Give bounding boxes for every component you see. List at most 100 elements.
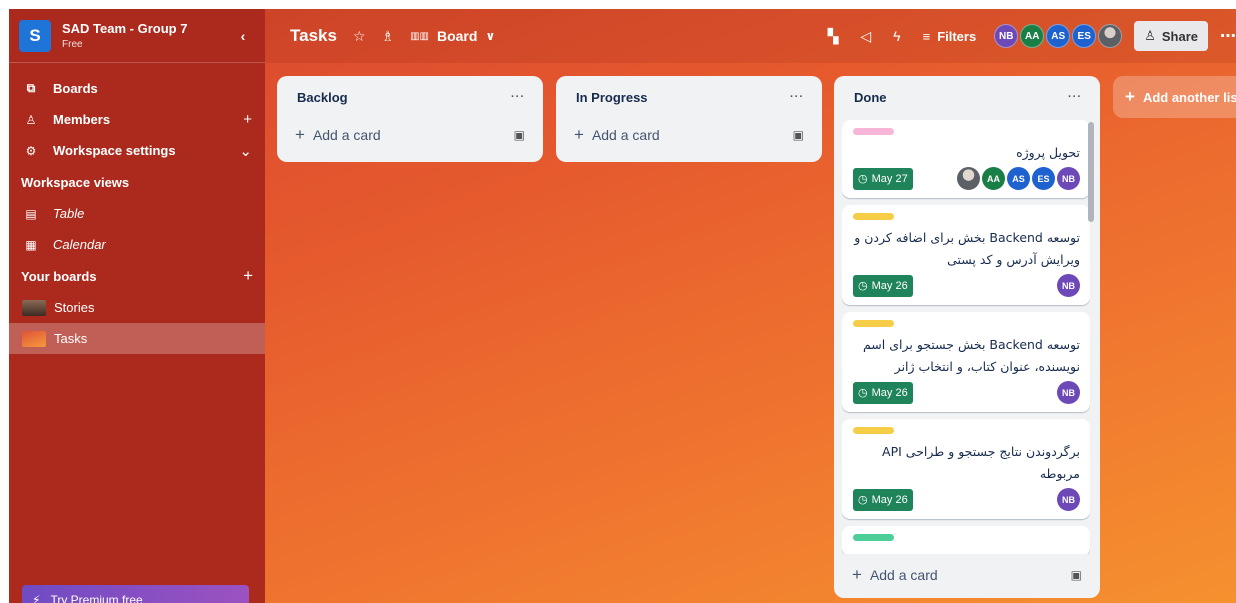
list-title[interactable]: In Progress	[576, 90, 648, 105]
card[interactable]	[842, 526, 1090, 554]
add-card-label: Add a card	[312, 127, 381, 143]
add-list-button[interactable]: + Add another list	[1113, 76, 1236, 118]
scrollbar-thumb[interactable]	[1088, 122, 1094, 222]
avatar[interactable]: AA	[1020, 24, 1045, 48]
add-card-button[interactable]: + Add a card ▣	[277, 118, 543, 152]
card-label[interactable]	[853, 128, 894, 135]
avatar[interactable]: ES	[1032, 167, 1055, 190]
card-members: NB	[1055, 381, 1080, 404]
clock-icon: ◷	[858, 387, 868, 399]
more-icon[interactable]: ⋯	[1220, 26, 1236, 46]
card-badges: ◷ May 26 NB	[853, 381, 1080, 404]
plus-icon: +	[574, 125, 584, 144]
lightning-icon[interactable]: ϟ	[893, 28, 900, 44]
list-done: Done ··· تحویل پروژه ◷ May 27 AA AS ES NB	[834, 76, 1100, 598]
table-icon: ▤	[25, 206, 37, 221]
avatar[interactable]: NB	[1057, 488, 1080, 511]
add-member-icon[interactable]: +	[243, 111, 252, 128]
workspace-plan: Free	[62, 39, 83, 50]
plus-icon: +	[852, 565, 862, 584]
due-date: May 26	[871, 386, 908, 399]
automation-icon[interactable]: ◁	[860, 28, 871, 45]
filters-label: Filters	[937, 28, 977, 44]
premium-icon: ⚡	[32, 593, 41, 603]
card-label[interactable]	[853, 427, 894, 434]
star-icon[interactable]: ☆	[353, 28, 366, 45]
card-title: توسعه Backend بخش جستجو برای اسم نویسنده…	[862, 337, 1080, 374]
avatar[interactable]: AS	[1007, 167, 1030, 190]
view-switcher[interactable]: ▥▥ Board ∨	[410, 28, 495, 44]
avatar-photo[interactable]	[957, 167, 980, 190]
sidebar-item-table[interactable]: ▤ Table	[9, 198, 265, 229]
gear-icon: ⚙	[25, 143, 37, 158]
sidebar: S SAD Team - Group 7 Free ‹ ⧉ Boards ♙ M…	[9, 9, 265, 603]
avatar-photo[interactable]	[1098, 24, 1123, 48]
list-title[interactable]: Done	[854, 90, 887, 105]
due-date: May 27	[871, 172, 908, 185]
card-template-icon[interactable]: ▣	[793, 128, 804, 142]
calendar-icon: ▦	[25, 237, 37, 252]
add-board-icon[interactable]: +	[243, 266, 253, 286]
sidebar-item-stories[interactable]: Stories	[9, 292, 265, 323]
card-label[interactable]	[853, 534, 894, 541]
add-card-label: Add a card	[591, 127, 660, 143]
sidebar-item-calendar[interactable]: ▦ Calendar	[9, 229, 265, 260]
due-date-badge[interactable]: ◷ May 27	[853, 167, 913, 190]
card-label[interactable]	[853, 213, 894, 220]
avatar[interactable]: NB	[994, 24, 1019, 48]
card[interactable]: تحویل پروژه ◷ May 27 AA AS ES NB	[842, 120, 1090, 198]
your-boards-title: Your boards	[21, 268, 97, 284]
due-date-badge[interactable]: ◷ May 26	[853, 488, 913, 511]
your-boards-header: Your boards +	[9, 260, 265, 292]
collapse-sidebar-icon[interactable]: ‹	[231, 24, 255, 48]
list-title[interactable]: Backlog	[297, 90, 348, 105]
sidebar-item-label: Table	[53, 206, 85, 221]
sidebar-item-members[interactable]: ♙ Members +	[9, 104, 265, 135]
card-template-icon[interactable]: ▣	[514, 128, 525, 142]
avatar[interactable]: NB	[1057, 167, 1080, 190]
boards-icon: ⧉	[26, 81, 36, 95]
workspace-views-title: Workspace views	[21, 174, 130, 190]
card-list: تحویل پروژه ◷ May 27 AA AS ES NB توسعه Ba…	[842, 120, 1090, 554]
clock-icon: ◷	[858, 173, 868, 185]
plus-icon: +	[1125, 87, 1135, 106]
card[interactable]: توسعه Backend بخش جستجو برای اسم نویسنده…	[842, 312, 1090, 412]
add-card-button[interactable]: + Add a card ▣	[556, 118, 822, 152]
avatar[interactable]: AS	[1046, 24, 1071, 48]
workspace-header[interactable]: S SAD Team - Group 7 Free ‹	[9, 9, 265, 63]
card-label[interactable]	[853, 320, 894, 327]
list-header: Backlog ···	[277, 76, 543, 118]
sidebar-item-boards[interactable]: ⧉ Boards	[9, 73, 265, 104]
filter-icon: ≡	[922, 28, 931, 44]
list-scrollbar[interactable]	[1088, 122, 1094, 552]
sidebar-item-workspace-settings[interactable]: ⚙ Workspace settings ⌄	[9, 135, 265, 166]
due-date-badge[interactable]: ◷ May 26	[853, 381, 913, 404]
avatar[interactable]: AA	[982, 167, 1005, 190]
clock-icon: ◷	[858, 494, 868, 506]
board-title[interactable]: Tasks	[290, 26, 337, 46]
list-menu-icon[interactable]: ···	[790, 91, 804, 103]
visibility-icon[interactable]: ♗	[382, 28, 395, 45]
sidebar-item-label: Calendar	[53, 237, 106, 252]
try-premium-button[interactable]: ⚡ Try Premium free	[22, 585, 249, 603]
sidebar-item-tasks[interactable]: Tasks	[9, 323, 265, 354]
card[interactable]: برگردوندن نتایج جستجو و طراحی API مربوطه…	[842, 419, 1090, 519]
add-card-button[interactable]: + Add a card ▣	[834, 558, 1100, 592]
power-ups-icon[interactable]: ▚	[828, 28, 839, 45]
filters-button[interactable]: ≡ Filters	[923, 29, 977, 44]
due-date: May 26	[871, 493, 908, 506]
due-date-badge[interactable]: ◷ May 26	[853, 274, 913, 297]
list-menu-icon[interactable]: ···	[1068, 91, 1082, 103]
card-template-icon[interactable]: ▣	[1071, 568, 1082, 582]
chevron-down-icon[interactable]: ⌄	[239, 142, 252, 160]
card[interactable]: توسعه Backend بخش برای اضافه کردن و ویرا…	[842, 205, 1090, 305]
share-button[interactable]: ♙ Share	[1134, 21, 1208, 51]
workspace-info: SAD Team - Group 7 Free	[62, 21, 231, 50]
avatar[interactable]: NB	[1057, 274, 1080, 297]
avatar[interactable]: NB	[1057, 381, 1080, 404]
list-menu-icon[interactable]: ···	[511, 91, 525, 103]
card-members: AA AS ES NB	[955, 167, 1080, 190]
card-title: برگردوندن نتایج جستجو و طراحی API مربوطه	[882, 444, 1080, 481]
avatar[interactable]: ES	[1072, 24, 1097, 48]
sidebar-item-label: Workspace settings	[53, 143, 176, 158]
